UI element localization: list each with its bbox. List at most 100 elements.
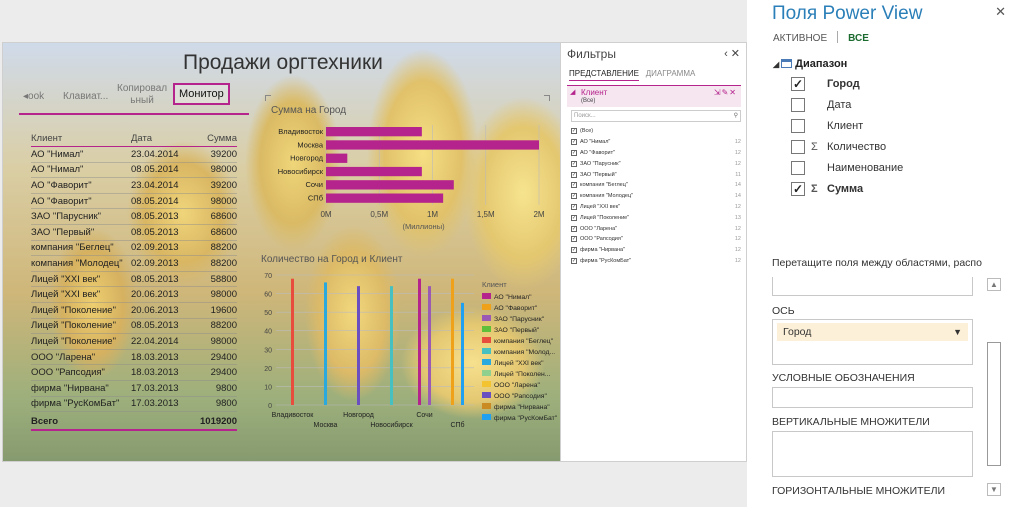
col-client[interactable]: Клиент	[31, 133, 131, 146]
table-row[interactable]: фирма "Нирвана" 17.03.2013 9800	[31, 381, 237, 397]
zone-above[interactable]	[772, 277, 973, 296]
filter-item[interactable]: ✓ Лицей "XXI век" 12	[571, 202, 741, 213]
column-bar[interactable]	[461, 302, 464, 405]
bar-chart[interactable]: 0M 0,5M 1M 1,5M 2M Владивосток Москва Новгород Н…	[265, 121, 555, 241]
filter-item[interactable]: ✓ компания "Молодец" 14	[571, 191, 741, 202]
checkbox[interactable]: ✓	[571, 182, 577, 189]
field-1[interactable]: Дата	[791, 98, 851, 112]
legend-entry[interactable]: компания "Молод...	[494, 349, 555, 356]
expand-triangle-icon[interactable]: ◢	[773, 60, 779, 69]
checkbox[interactable]: ✓	[571, 203, 577, 210]
col-sum[interactable]: Сумма	[183, 133, 237, 146]
scrollbar-thumb[interactable]	[987, 342, 1001, 466]
legend-entry[interactable]: компания "Беглец"	[494, 338, 554, 345]
field-5[interactable]: ✓ Σ Сумма	[791, 182, 863, 196]
filter-item[interactable]: ✓ ЗАО "Первый" 11	[571, 169, 741, 180]
table-row[interactable]: ЗАО "Парусник" 08.05.2013 68600	[31, 209, 237, 225]
field-checkbox[interactable]	[791, 98, 805, 112]
legend-entry[interactable]: фирма "РусКомБат"	[494, 415, 558, 422]
column-bar[interactable]	[451, 278, 454, 405]
vertical-multiples-zone[interactable]	[772, 431, 973, 477]
bar[interactable]	[326, 127, 422, 137]
table-row[interactable]: ЗАО "Первый" 08.05.2013 68600	[31, 225, 237, 241]
table-row[interactable]: ООО "Рапсодия" 18.03.2013 29400	[31, 365, 237, 381]
tab-view[interactable]: ПРЕДСТАВЛЕНИЕ	[569, 69, 640, 81]
legend-entry[interactable]: АО "Нимал"	[494, 294, 532, 301]
collapse-icon[interactable]: ◢	[570, 88, 575, 96]
checkbox[interactable]: ✓	[571, 139, 577, 146]
bar[interactable]	[326, 180, 454, 190]
tab-active[interactable]: АКТИВНОЕ	[773, 33, 827, 44]
axis-zone[interactable]: Город ▼	[772, 319, 973, 365]
tile-copier[interactable]: Копировал ьный	[117, 83, 167, 107]
filter-item[interactable]: ✓ фирма "РусКомБат" 12	[571, 256, 741, 267]
checkbox[interactable]: ✓	[571, 128, 577, 135]
column-bar[interactable]	[428, 286, 431, 405]
bar[interactable]	[326, 140, 539, 150]
field-checkbox[interactable]	[791, 140, 805, 154]
report-canvas[interactable]: Продажи оргтехники ◂ook Клавиат... Копир…	[2, 42, 561, 462]
table-row[interactable]: АО "Фаворит" 23.04.2014 39200	[31, 178, 237, 194]
table-row[interactable]: Лицей "Поколение" 22.04.2014 98000	[31, 334, 237, 350]
filters-pane-controls[interactable]: ‹ ✕	[724, 47, 740, 60]
filter-action-icons[interactable]: ⇲✎✕	[714, 88, 737, 97]
checkbox[interactable]: ✓	[571, 149, 577, 156]
field-checkbox[interactable]: ✓	[791, 182, 805, 196]
bar[interactable]	[326, 166, 422, 177]
col-date[interactable]: Дата	[131, 133, 183, 146]
column-bar[interactable]	[324, 282, 327, 405]
legend-entry[interactable]: Лицей "XXI век"	[494, 359, 544, 367]
field-checkbox[interactable]	[791, 119, 805, 133]
bar[interactable]	[326, 193, 444, 203]
field-2[interactable]: Клиент	[791, 119, 863, 133]
field-checkbox[interactable]: ✓	[791, 77, 805, 91]
table-row[interactable]: Лицей "Поколение" 08.05.2013 88200	[31, 319, 237, 335]
field-0[interactable]: ✓ Город	[791, 77, 860, 91]
close-icon[interactable]: ✕	[995, 4, 1006, 20]
dropdown-arrow-icon[interactable]: ▼	[953, 323, 962, 341]
legend-entry[interactable]: Лицей "Поколен...	[494, 370, 551, 378]
tab-chart[interactable]: ДИАГРАММА	[646, 69, 696, 78]
filter-search-input[interactable]: Поиск... ⚲	[571, 110, 741, 122]
filter-item[interactable]: ✓ АО "Нимал" 12	[571, 137, 741, 148]
legend-entry[interactable]: ООО "Ларена"	[494, 382, 540, 389]
search-icon[interactable]: ⚲	[734, 111, 738, 121]
filter-item[interactable]: ✓ ЗАО "Парусник" 12	[571, 158, 741, 169]
tile-prev[interactable]: ◂ook	[23, 91, 44, 102]
bar[interactable]	[326, 153, 348, 163]
filter-item[interactable]: ✓ АО "Фаворит" 12	[571, 148, 741, 159]
filter-item[interactable]: ✓ Лицей "Поколение" 13	[571, 212, 741, 223]
legend-entry[interactable]: ЗАО "Первый"	[494, 326, 540, 334]
scroll-up-icon[interactable]: ▲	[987, 278, 1001, 291]
checkbox[interactable]: ✓	[571, 236, 577, 243]
checkbox[interactable]: ✓	[571, 247, 577, 254]
column-chart[interactable]: 0 10 20 30 40 50 60 70 Владивосток Москва Новгород…	[258, 271, 558, 436]
table-row[interactable]: АО "Фаворит" 08.05.2014 98000	[31, 194, 237, 210]
filter-item[interactable]: ✓ ООО "Рапсодия" 12	[571, 234, 741, 245]
filter-item[interactable]: ✓ ООО "Ларена" 12	[571, 223, 741, 234]
legend-entry[interactable]: ЗАО "Парусник"	[494, 316, 545, 323]
column-bar[interactable]	[418, 278, 421, 405]
checkbox[interactable]: ✓	[571, 214, 577, 221]
table-row[interactable]: АО "Нимал" 08.05.2014 98000	[31, 163, 237, 179]
table-row[interactable]: Лицей "Поколение" 20.06.2013 19600	[31, 303, 237, 319]
checkbox[interactable]: ✓	[571, 171, 577, 178]
filter-item[interactable]: ✓ фирма "Нирвана" 12	[571, 245, 741, 256]
column-bar[interactable]	[357, 286, 360, 405]
column-bar[interactable]	[291, 278, 294, 405]
checkbox[interactable]: ✓	[571, 225, 577, 232]
legend-entry[interactable]: ООО "Рапсодия"	[494, 393, 547, 400]
column-bar[interactable]	[390, 286, 393, 405]
table-row[interactable]: компания "Беглец" 02.09.2013 88200	[31, 241, 237, 257]
checkbox[interactable]: ✓	[571, 160, 577, 167]
scroll-down-icon[interactable]: ▼	[987, 483, 1001, 496]
filter-item[interactable]: ✓ компания "Беглец" 14	[571, 180, 741, 191]
legend-zone[interactable]	[772, 387, 973, 408]
tile-keyboard[interactable]: Клавиат...	[63, 91, 108, 102]
table-row[interactable]: Лицей "XXI век" 08.05.2013 58800	[31, 272, 237, 288]
table-row[interactable]: компания "Молодец" 02.09.2013 88200	[31, 256, 237, 272]
checkbox[interactable]: ✓	[571, 257, 577, 264]
legend-entry[interactable]: АО "Фаворит"	[494, 305, 538, 312]
tile-monitor[interactable]: Монитор	[173, 83, 230, 105]
table-row[interactable]: ООО "Ларена" 18.03.2013 29400	[31, 350, 237, 366]
